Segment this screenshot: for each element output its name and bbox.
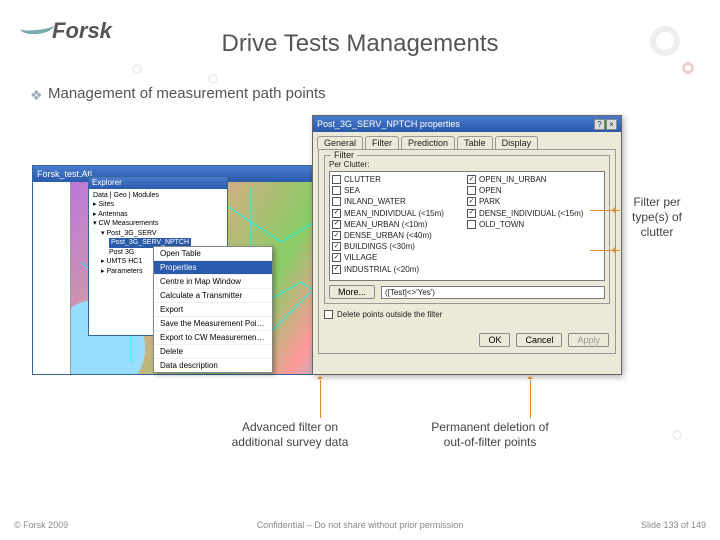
explorer-title: Explorer	[89, 177, 227, 189]
tree-node[interactable]: ▸ Antennas	[93, 210, 223, 219]
checkbox-icon[interactable]: ✓	[332, 220, 341, 229]
explorer-tab[interactable]: Modules	[132, 192, 158, 199]
checkbox-icon[interactable]: ✓	[467, 209, 476, 218]
callout-filter-clutter: Filter per type(s) of clutter	[622, 195, 692, 240]
menu-item-highlight[interactable]: Properties	[154, 261, 272, 275]
tab-general[interactable]: General	[317, 136, 363, 149]
window-buttons[interactable]: ?×	[593, 119, 617, 130]
delete-row[interactable]: Delete points outside the filter	[324, 310, 610, 319]
checkbox-icon[interactable]	[467, 186, 476, 195]
list-item[interactable]: ✓DENSE_URBAN (<40m)	[332, 230, 467, 241]
checkbox-icon[interactable]: ✓	[467, 197, 476, 206]
arrow-icon	[320, 380, 321, 418]
clutter-list[interactable]: CLUTTER SEA INLAND_WATER ✓MEAN_INDIVIDUA…	[329, 171, 605, 281]
checkbox-icon[interactable]	[467, 220, 476, 229]
footer-confidential: Confidential – Do not share without prio…	[0, 520, 720, 530]
list-item[interactable]: ✓BUILDINGS (<30m)	[332, 241, 467, 252]
slide-subtitle: Management of measurement path points	[48, 85, 326, 102]
tab-prediction[interactable]: Prediction	[401, 136, 455, 149]
ok-button[interactable]: OK	[479, 333, 510, 347]
per-clutter-label: Per Clutter:	[329, 160, 605, 169]
arrow-icon	[590, 250, 620, 251]
checkbox-icon[interactable]	[324, 310, 333, 319]
menu-item[interactable]: Save the Measurement Points...	[154, 317, 272, 331]
tab-filter[interactable]: Filter	[365, 136, 399, 149]
list-item[interactable]: CLUTTER	[332, 174, 467, 185]
explorer-tab-row: Data | Geo | Modules	[93, 191, 223, 200]
properties-title: Post_3G_SERV_NPTCH properties	[317, 119, 460, 129]
tree-node[interactable]: ▸ Sites	[93, 200, 223, 209]
tab-display[interactable]: Display	[495, 136, 539, 149]
properties-tabs: General Filter Prediction Table Display	[313, 132, 621, 149]
menu-item[interactable]: Open Table	[154, 247, 272, 261]
list-item[interactable]: OPEN	[467, 185, 602, 196]
cancel-button[interactable]: Cancel	[516, 333, 562, 347]
list-item[interactable]: ✓MEAN_INDIVIDUAL (<15m)	[332, 208, 467, 219]
list-item[interactable]: ✓INDUSTRIAL (<20m)	[332, 264, 467, 275]
context-menu[interactable]: Open Table Properties Centre in Map Wind…	[153, 246, 273, 373]
more-button[interactable]: More...	[329, 285, 375, 299]
checkbox-icon[interactable]: ✓	[332, 242, 341, 251]
map-ruler-left	[33, 182, 71, 374]
apply-button[interactable]: Apply	[568, 333, 609, 347]
list-item[interactable]: ✓DENSE_INDIVIDUAL (<15m)	[467, 208, 602, 219]
list-item[interactable]: ✓MEAN_URBAN (<10m)	[332, 219, 467, 230]
delete-label: Delete points outside the filter	[337, 310, 442, 319]
list-item[interactable]: ✓VILLAGE	[332, 252, 467, 263]
tab-table[interactable]: Table	[457, 136, 493, 149]
menu-item[interactable]: Export to CW Measurements...	[154, 331, 272, 345]
menu-item[interactable]: Centre in Map Window	[154, 275, 272, 289]
bullet-icon: ❖	[30, 87, 43, 104]
filter-group-label: Filter	[331, 150, 357, 160]
explorer-tab[interactable]: Geo	[114, 192, 127, 199]
checkbox-icon[interactable]: ✓	[332, 253, 341, 262]
map-window-title: Forsk_test.Atl	[37, 169, 92, 179]
list-item[interactable]: ✓OPEN_IN_URBAN	[467, 174, 602, 185]
close-icon[interactable]: ×	[606, 119, 617, 130]
filter-panel: Filter Per Clutter: CLUTTER SEA INLAND_W…	[318, 149, 616, 354]
callout-advanced-filter: Advanced filter on additional survey dat…	[230, 420, 350, 450]
filter-expression-input[interactable]: ([Test]<>'Yes')	[381, 286, 605, 299]
arrow-icon	[590, 210, 620, 211]
list-item[interactable]: ✓PARK	[467, 196, 602, 207]
properties-titlebar: Post_3G_SERV_NPTCH properties ?×	[313, 116, 621, 132]
checkbox-icon[interactable]: ✓	[467, 175, 476, 184]
list-item[interactable]: OLD_TOWN	[467, 219, 602, 230]
help-icon[interactable]: ?	[594, 119, 605, 130]
slide-title: Drive Tests Managements	[0, 30, 720, 58]
checkbox-icon[interactable]: ✓	[332, 231, 341, 240]
tree-node[interactable]: ▾ CW Measurements	[93, 219, 223, 228]
checkbox-icon[interactable]	[332, 197, 341, 206]
checkbox-icon[interactable]	[332, 175, 341, 184]
menu-item[interactable]: Data description	[154, 359, 272, 372]
checkbox-icon[interactable]: ✓	[332, 209, 341, 218]
list-item[interactable]: INLAND_WATER	[332, 196, 467, 207]
properties-dialog[interactable]: Post_3G_SERV_NPTCH properties ?× General…	[312, 115, 622, 375]
tree-node[interactable]: ▾ Post_3G_SERV	[93, 229, 223, 238]
footer-page: Slide 133 of 149	[641, 520, 706, 530]
illustration-area: Forsk_test.Atl _ □ ×	[32, 115, 592, 415]
menu-item[interactable]: Delete	[154, 345, 272, 359]
explorer-tab[interactable]: Data	[93, 192, 108, 199]
list-item[interactable]: SEA	[332, 185, 467, 196]
arrow-icon	[530, 380, 531, 418]
checkbox-icon[interactable]: ✓	[332, 265, 341, 274]
callout-permanent-deletion: Permanent deletion of out-of-filter poin…	[420, 420, 560, 450]
menu-item[interactable]: Calculate a Transmitter	[154, 289, 272, 303]
menu-item[interactable]: Export	[154, 303, 272, 317]
checkbox-icon[interactable]	[332, 186, 341, 195]
filter-group: Filter Per Clutter: CLUTTER SEA INLAND_W…	[324, 155, 610, 304]
